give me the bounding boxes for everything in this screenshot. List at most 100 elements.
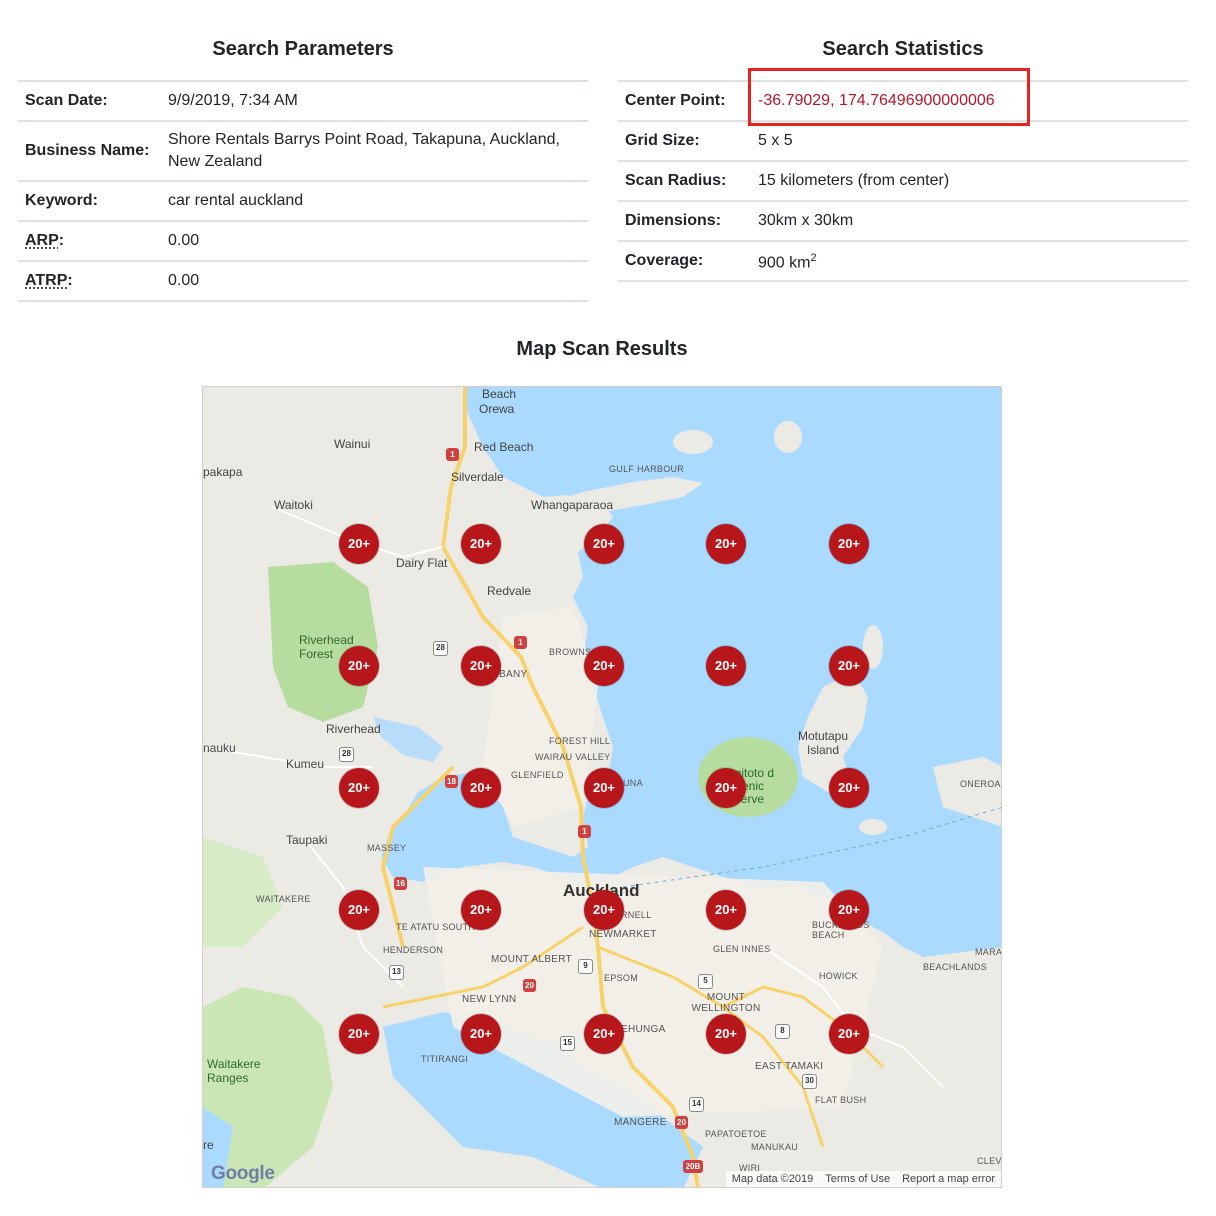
grid-pin-r5-c4[interactable]: 20+ [706,1014,746,1054]
map-label-howick: HOWICK [819,971,858,981]
map-label-pakapa: pakapa [203,465,243,479]
map-label-waitoki: Waitoki [274,498,313,512]
map-label-wainui: Wainui [334,437,371,451]
atrp-label: ATRP: [18,272,168,290]
business-name-value: Shore Rentals Barrys Point Road, Takapun… [168,131,560,170]
route-20-shield: 20 [523,979,536,992]
map-label-waitakere: WAITAKERE [256,894,311,904]
search-statistics-title: Search Statistics [822,38,984,60]
map-label-beach: Beach [482,387,517,401]
route-16-shield: 16 [394,877,407,890]
map-label-manukau: MANUKAU [751,1142,799,1152]
grid-pin-r2-c3[interactable]: 20+ [584,646,624,686]
scan-radius-value: 15 kilometers (from center) [758,172,950,189]
map-label-flat-bush: FLAT BUSH [815,1095,867,1105]
grid-pin-r3-c3[interactable]: 20+ [584,768,624,808]
map-label-gulf-harbour: GULF HARBOUR [609,464,685,474]
table-row: ARP: 0.00 [18,222,588,262]
arp-abbr[interactable]: ARP [25,232,59,249]
terms-of-use-link[interactable]: Terms of Use [825,1171,890,1187]
map-title: Map Scan Results [516,338,688,360]
map-data-attribution: Map data ©2019 [731,1173,814,1185]
scan-date-label: Scan Date: [25,92,108,109]
route-9-shield: 9 [578,959,593,974]
grid-pin-r2-c1[interactable]: 20+ [339,646,379,686]
table-row: Scan Date: 9/9/2019, 7:34 AM [18,82,588,122]
map-label-glenfield: GLENFIELD [511,770,564,780]
grid-pin-r2-c2[interactable]: 20+ [461,646,501,686]
grid-pin-r1-c1[interactable]: 20+ [339,524,379,564]
scan-radius-label: Scan Radius: [625,172,727,189]
map-label-waitakere-ranges: Waitakere Ranges [207,1057,261,1085]
grid-pin-r2-c5[interactable]: 20+ [829,646,869,686]
map-label-newmarket: NEWMARKET [589,929,657,940]
center-point-label: Center Point: [625,92,726,109]
grid-pin-r5-c2[interactable]: 20+ [461,1014,501,1054]
grid-pin-r4-c4[interactable]: 20+ [706,890,746,930]
grid-pin-r1-c5[interactable]: 20+ [829,524,869,564]
grid-pin-r3-c5[interactable]: 20+ [829,768,869,808]
map-label-glen-innes: GLEN INNES [713,944,771,954]
keyword-label: Keyword: [25,192,98,209]
grid-pin-r2-c4[interactable]: 20+ [706,646,746,686]
search-parameters-table: Scan Date: 9/9/2019, 7:34 AM Business Na… [18,80,588,302]
map-label-henderson: HENDERSON [383,945,444,955]
map-label-papatoetoe: PAPATOETOE [705,1129,767,1139]
map-label-epsom: EPSOM [604,973,639,983]
grid-pin-r4-c3[interactable]: 20+ [584,890,624,930]
map-label-clevedon: CLEVE [977,1156,1002,1166]
atrp-abbr[interactable]: ATRP [25,272,67,289]
table-row: Coverage: 900 km2 [618,242,1188,282]
grid-pin-r5-c3[interactable]: 20+ [584,1014,624,1054]
map-label-mount-albert: MOUNT ALBERT [491,954,573,965]
atrp-colon: : [67,272,73,289]
route-13-shield: 13 [389,965,404,980]
grid-pin-r3-c1[interactable]: 20+ [339,768,379,808]
grid-pin-r3-c4[interactable]: 20+ [706,768,746,808]
grid-pin-r1-c4[interactable]: 20+ [706,524,746,564]
arp-colon: : [58,232,65,249]
table-row: Keyword: car rental auckland [18,182,588,222]
map-label-orewa: Orewa [479,402,515,416]
business-name-label: Business Name: [25,142,150,159]
google-logo[interactable]: Google [211,1163,275,1185]
grid-pin-r1-c3[interactable]: 20+ [584,524,624,564]
map-view[interactable]: Beach Orewa Wainui Red Beach pakapa GULF… [202,386,1002,1188]
coverage-exponent: 2 [810,252,817,265]
map-label-red-beach: Red Beach [474,440,534,454]
report-map-error-link[interactable]: Report a map error [902,1171,995,1187]
coverage-number: 900 km [758,254,811,272]
atrp-value: 0.00 [168,272,200,289]
route-28-shield: 28 [339,747,354,762]
map-label-kumeu: Kumeu [286,757,325,771]
grid-size-value: 5 x 5 [758,132,793,149]
coverage-value: 900 km2 [758,247,1188,274]
map-label-riverhead: Riverhead [326,722,381,736]
search-statistics-table: Center Point: -36.79029, 174.76496900000… [618,80,1188,282]
route-5-shield: 5 [698,974,713,989]
map-label-motutapu: Motutapu Island [797,729,849,757]
arp-value: 0.00 [168,232,200,249]
map-label-titirangi: TITIRANGI [421,1054,469,1064]
map-label-beachlands: BEACHLANDS [923,962,988,972]
map-label-taupaki: Taupaki [286,833,328,847]
table-row: Center Point: -36.79029, 174.76496900000… [618,82,1188,122]
grid-pin-r5-c1[interactable]: 20+ [339,1014,379,1054]
grid-pin-r1-c2[interactable]: 20+ [461,524,501,564]
route-28-shield: 28 [433,641,448,656]
coverage-label: Coverage: [625,252,704,269]
grid-pin-r4-c1[interactable]: 20+ [339,890,379,930]
grid-pin-r4-c5[interactable]: 20+ [829,890,869,930]
grid-pin-r3-c2[interactable]: 20+ [461,768,501,808]
map-label-parnell: RNELL [621,910,652,920]
map-label-albany: BANY [499,669,528,680]
table-row: Dimensions: 30km x 30km [618,202,1188,242]
grid-pin-r5-c5[interactable]: 20+ [829,1014,869,1054]
dimensions-value: 30km x 30km [758,212,854,229]
map-label-takapuna: UNA [623,778,643,788]
grid-pin-r4-c2[interactable]: 20+ [461,890,501,930]
map-label-dairy-flat: Dairy Flat [396,556,448,570]
grid-size-label: Grid Size: [625,132,700,149]
map-label-new-lynn: NEW LYNN [462,994,517,1005]
map-label-east-tamaki: EAST TAMAKI [755,1061,824,1072]
